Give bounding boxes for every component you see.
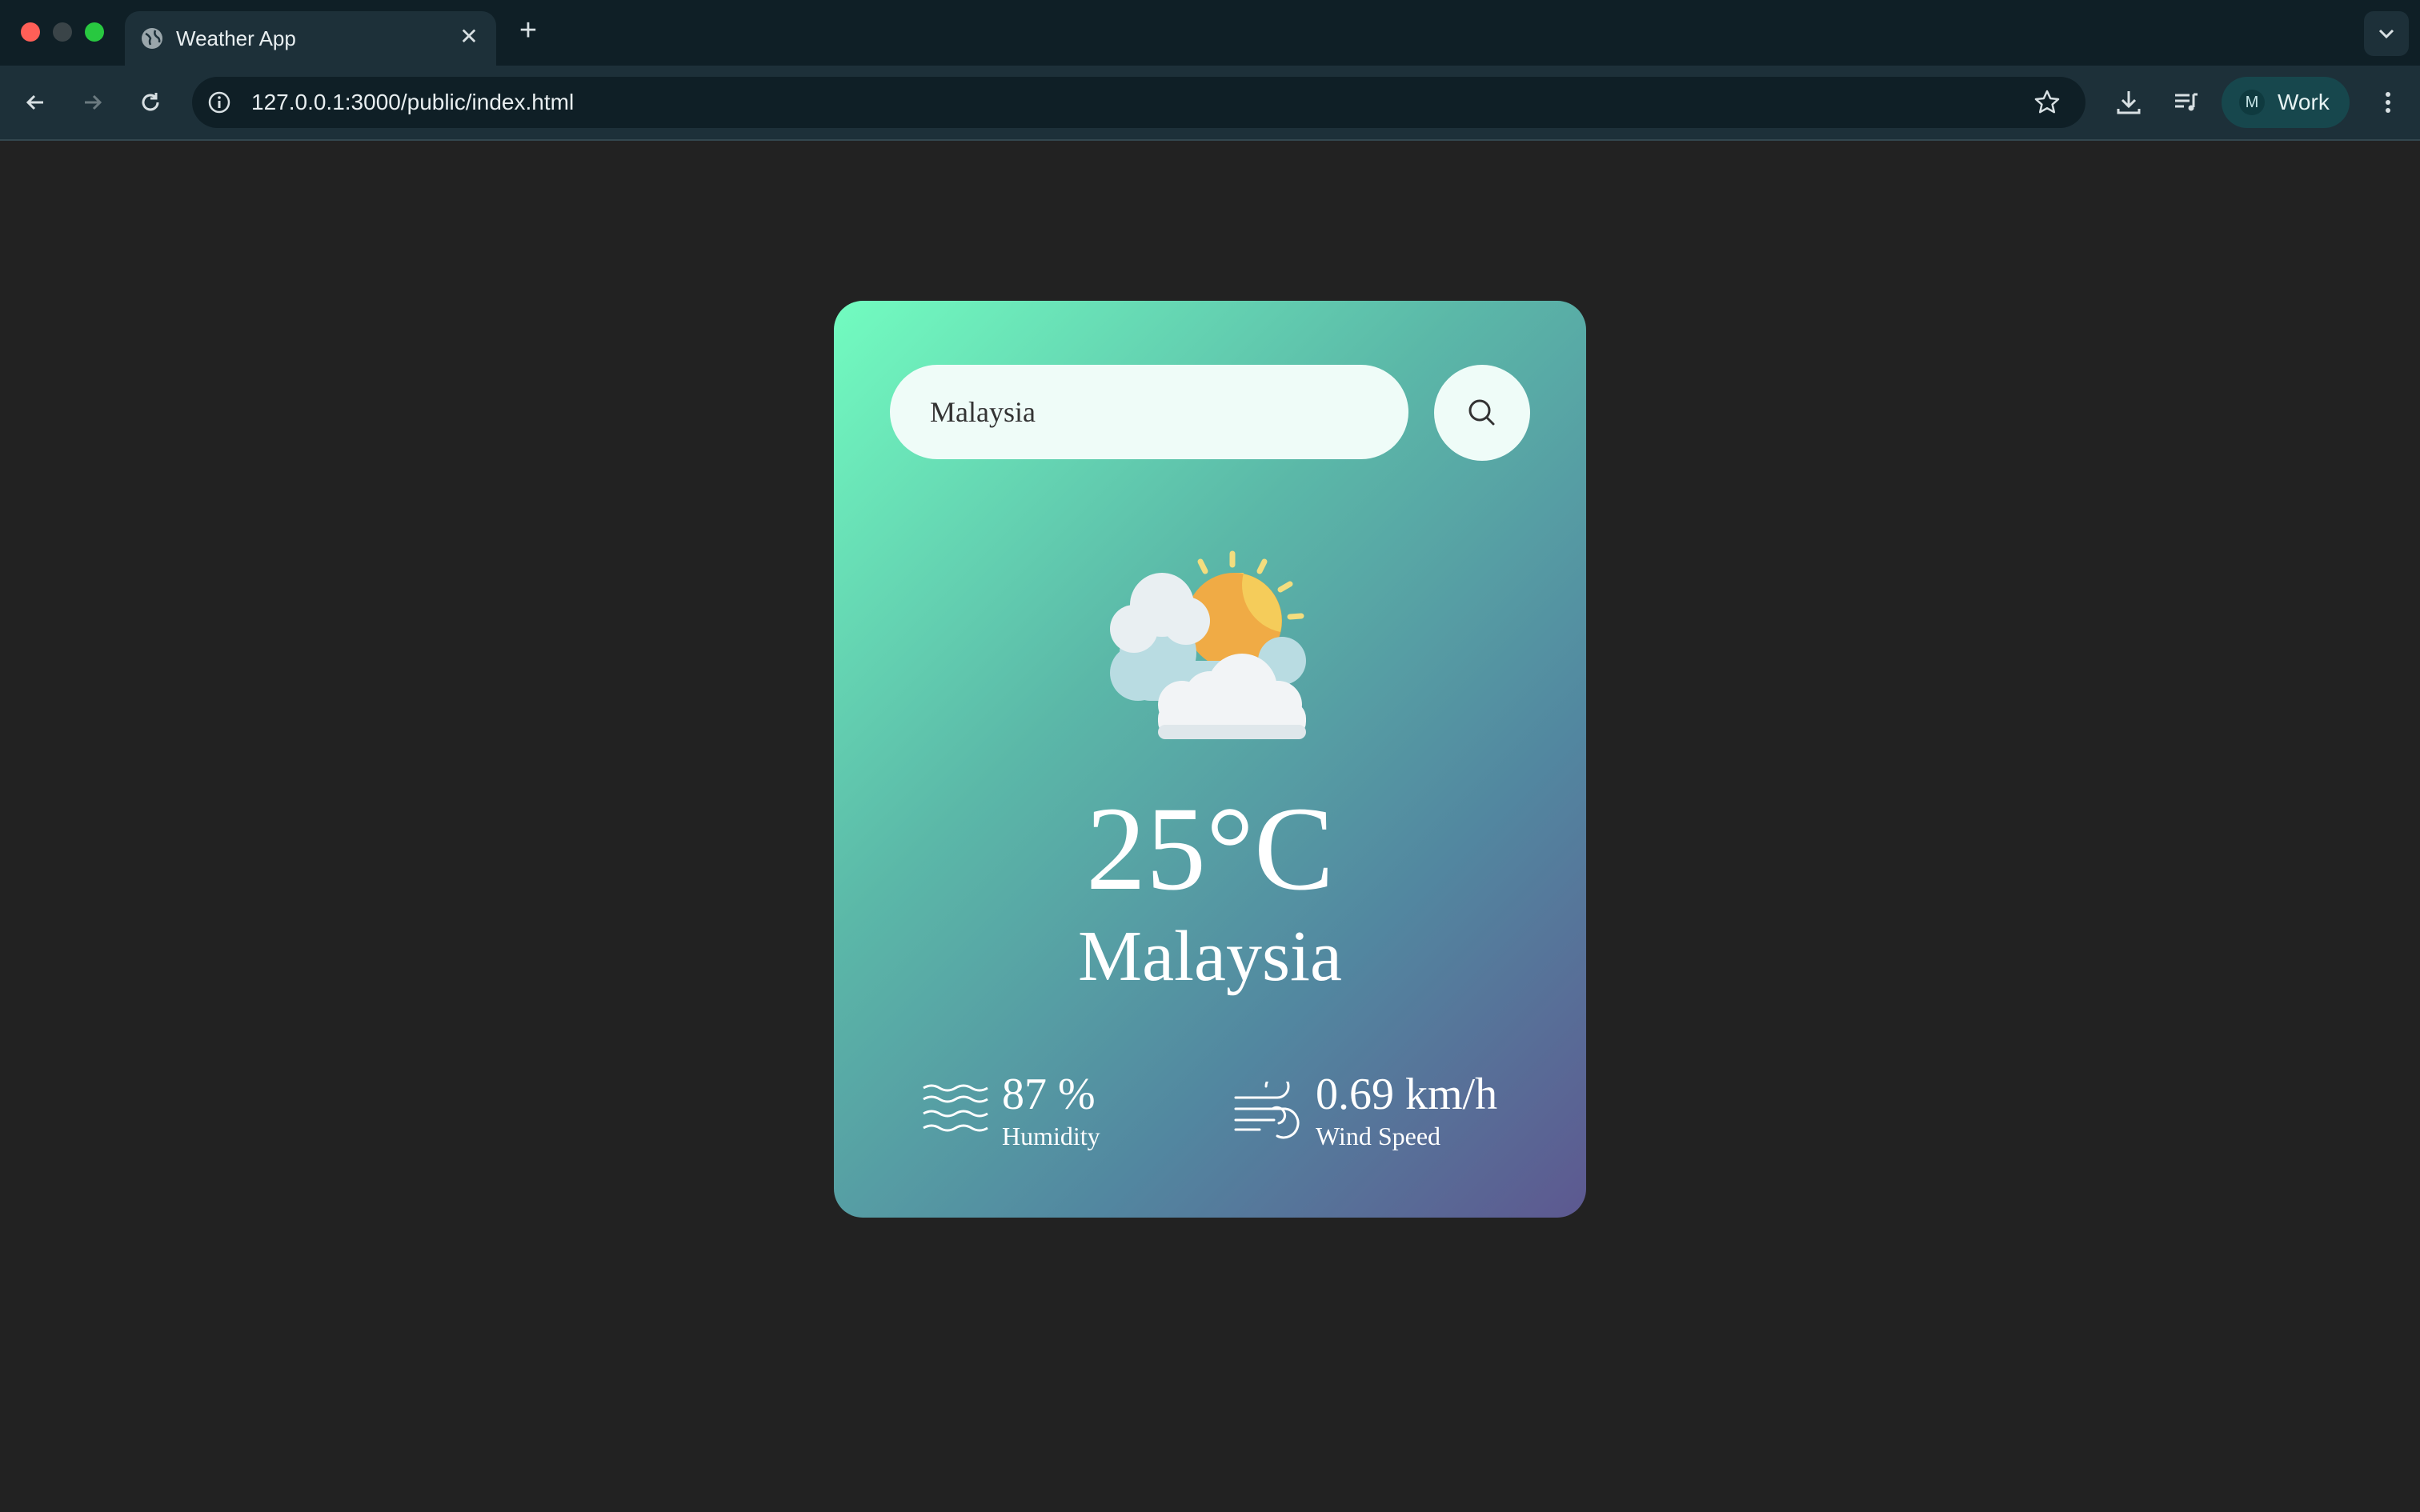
reload-icon — [142, 93, 159, 111]
city-name: Malaysia — [1078, 917, 1342, 996]
browser-menu-button[interactable] — [2369, 83, 2407, 122]
globe-icon — [142, 28, 162, 49]
reading-list-button[interactable] — [2167, 83, 2206, 122]
wind-icon — [1234, 1082, 1300, 1139]
arrow-right-icon — [85, 94, 102, 110]
minimize-window-button[interactable] — [53, 22, 72, 42]
site-info-icon[interactable] — [206, 90, 232, 115]
wind-speed-value: 0.69 km/h — [1316, 1070, 1498, 1119]
close-window-button[interactable] — [21, 22, 40, 42]
browser-toolbar: 127.0.0.1:3000/public/index.html M Work — [0, 66, 2420, 139]
downloads-button[interactable] — [2109, 83, 2148, 122]
tab-search-button[interactable] — [2364, 11, 2409, 56]
back-button[interactable] — [16, 83, 54, 122]
weather-card: 25°C Malaysia 87 % Humidity 0.69 km/h Wi… — [834, 301, 1586, 1218]
chevron-down-icon — [2378, 29, 2394, 39]
partly-cloudy-icon — [1110, 550, 1306, 739]
toolbar-divider — [0, 139, 2420, 141]
url-text: 127.0.0.1:3000/public/index.html — [251, 90, 575, 114]
profile-button[interactable]: M Work — [2222, 77, 2350, 128]
new-tab-button[interactable]: + — [512, 14, 544, 46]
humidity-detail: 87 % Humidity — [922, 1069, 1162, 1157]
reload-button[interactable] — [131, 83, 170, 122]
temperature-value: 25°C — [1085, 782, 1335, 915]
tab-title: Weather App — [176, 26, 296, 50]
profile-label: Work — [2278, 90, 2330, 114]
close-tab-icon[interactable]: ✕ — [455, 22, 483, 51]
humidity-waves-icon — [923, 1084, 988, 1132]
forward-button[interactable] — [74, 83, 112, 122]
address-bar[interactable]: 127.0.0.1:3000/public/index.html — [192, 77, 2085, 128]
maximize-window-button[interactable] — [85, 22, 104, 42]
bookmark-star-icon[interactable] — [2033, 88, 2061, 117]
wind-speed-label: Wind Speed — [1316, 1122, 1441, 1150]
avatar: M — [2239, 90, 2265, 115]
tab-weather-app[interactable]: Weather App ✕ — [125, 11, 496, 66]
browser-tab-strip: Weather App ✕ + — [0, 0, 2420, 66]
wind-detail: 0.69 km/h Wind Speed — [1234, 1069, 1554, 1157]
search-button[interactable] — [1434, 365, 1530, 461]
humidity-value: 87 % — [1002, 1070, 1096, 1119]
city-search-input[interactable] — [890, 365, 1408, 459]
arrow-left-icon — [26, 94, 43, 110]
humidity-label: Humidity — [1002, 1122, 1100, 1150]
search-icon — [1468, 399, 1495, 426]
playlist-icon — [2175, 93, 2198, 111]
download-icon — [2117, 91, 2141, 114]
more-vertical-icon — [2386, 92, 2390, 113]
